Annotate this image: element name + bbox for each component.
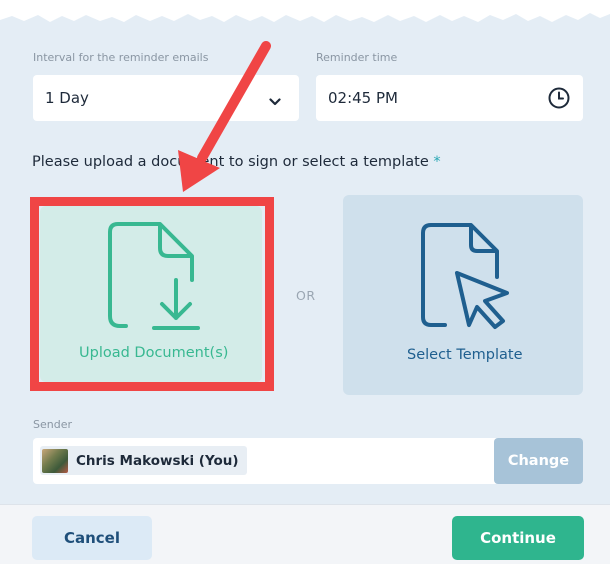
torn-page-edge — [0, 0, 610, 36]
upload-document-option[interactable]: Upload Document(s) — [40, 206, 262, 382]
reminder-time-input[interactable]: 02:45 PM — [316, 75, 583, 121]
upload-document-label: Upload Document(s) — [79, 345, 229, 361]
required-marker: * — [433, 154, 441, 170]
document-cursor-icon — [417, 221, 513, 335]
interval-label: Interval for the reminder emails — [33, 51, 209, 64]
interval-value: 1 Day — [45, 89, 89, 107]
avatar — [42, 448, 68, 473]
reminder-time-value: 02:45 PM — [328, 89, 398, 107]
select-template-label: Select Template — [407, 347, 523, 363]
document-download-icon — [106, 220, 202, 338]
interval-select[interactable]: 1 Day — [33, 75, 299, 121]
sender-field: Chris Makowski (You) Change — [33, 438, 583, 484]
clock-icon[interactable] — [547, 86, 571, 114]
change-sender-button[interactable]: Change — [494, 438, 583, 484]
upload-prompt: Please upload a document to sign or sele… — [32, 154, 441, 170]
sender-chip: Chris Makowski (You) — [40, 446, 247, 475]
upload-prompt-text: Please upload a document to sign or sele… — [32, 154, 429, 170]
sender-label: Sender — [33, 418, 72, 431]
reminder-time-label: Reminder time — [316, 51, 398, 64]
sender-name: Chris Makowski (You) — [76, 452, 239, 469]
cancel-button[interactable]: Cancel — [32, 516, 152, 560]
chevron-down-icon — [269, 92, 281, 111]
or-divider: OR — [296, 288, 316, 303]
select-template-option[interactable]: Select Template — [343, 195, 583, 395]
continue-button[interactable]: Continue — [452, 516, 584, 560]
